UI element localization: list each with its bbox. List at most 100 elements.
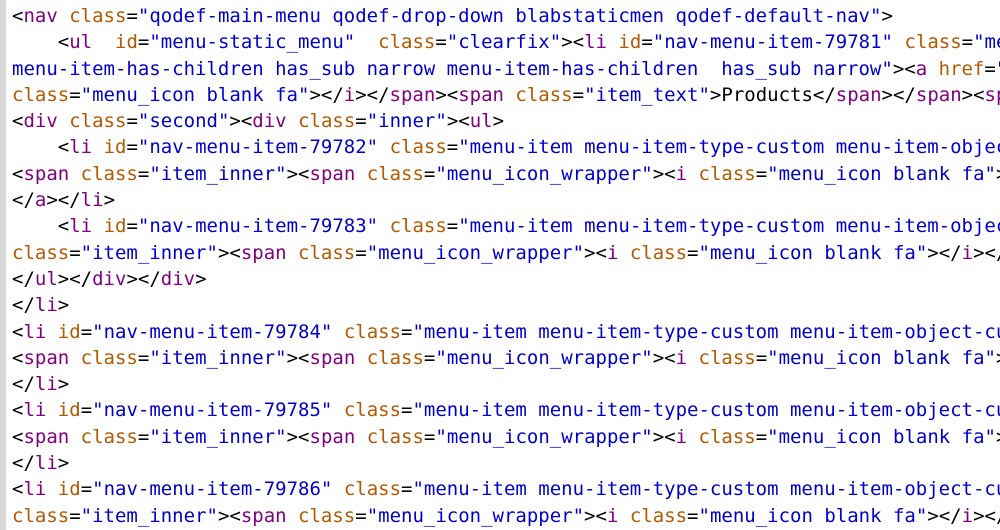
code-line[interactable]: </li>: [12, 292, 1000, 318]
code-token: ><: [229, 110, 252, 132]
code-token: =: [355, 242, 366, 264]
code-token: li: [69, 136, 92, 158]
code-token: >: [493, 110, 504, 132]
code-token: "menu-item menu-item-type-custom menu-it…: [412, 399, 1000, 421]
code-token: =: [984, 58, 995, 80]
code-line[interactable]: <li id="nav-menu-item-79786" class="menu…: [12, 476, 1000, 502]
code-token: href: [939, 58, 985, 80]
code-line[interactable]: <nav class="qodef-main-menu qodef-drop-d…: [12, 3, 1000, 29]
code-line[interactable]: class="menu_icon blank fa"></i></span><s…: [12, 82, 1000, 108]
code-line[interactable]: <li id="nav-menu-item-79785" class="menu…: [12, 397, 1000, 423]
code-token: =: [69, 84, 80, 106]
code-token: span: [23, 426, 69, 448]
code-token: class: [390, 215, 447, 237]
code-line[interactable]: <div class="second"><div class="inner"><…: [12, 108, 1000, 134]
code-token: [355, 31, 378, 53]
code-token: class: [699, 426, 756, 448]
code-token: "nav-menu-item-79784": [92, 321, 332, 343]
code-token: [687, 426, 698, 448]
code-token: [58, 5, 69, 27]
code-token: [378, 136, 389, 158]
code-token: =: [69, 242, 80, 264]
code-token: </: [813, 84, 836, 106]
code-token: class: [12, 242, 69, 264]
code-line[interactable]: class="item_inner"><span class="menu_ico…: [12, 240, 1000, 266]
code-token: span: [310, 347, 356, 369]
code-token: span: [241, 505, 287, 527]
code-token: class: [630, 242, 687, 264]
code-line[interactable]: <li id="nav-menu-item-79782" class="menu…: [12, 134, 1000, 160]
code-token: "menu_icon blank fa": [699, 505, 928, 527]
code-token: a: [916, 58, 927, 80]
code-line[interactable]: class="item_inner"><span class="menu_ico…: [12, 503, 1000, 529]
code-token: </: [12, 294, 35, 316]
code-token: "menu_icon_wrapper": [367, 505, 584, 527]
code-token: ><: [447, 110, 470, 132]
code-token: class: [367, 163, 424, 185]
code-token: =: [69, 505, 80, 527]
code-token: class: [298, 242, 355, 264]
code-line[interactable]: </li>: [12, 450, 1000, 476]
code-token: ><: [584, 242, 607, 264]
code-token: nav: [23, 5, 57, 27]
code-token: ></: [126, 268, 160, 290]
code-token: [332, 478, 343, 500]
code-line[interactable]: </a></li>: [12, 187, 1000, 213]
code-token: class: [390, 136, 447, 158]
code-line[interactable]: <span class="item_inner"><span class="me…: [12, 161, 1000, 187]
code-token: ><: [584, 505, 607, 527]
code-line[interactable]: <li id="nav-menu-item-79783" class="menu…: [12, 213, 1000, 239]
code-token: <: [12, 347, 23, 369]
code-token: </: [12, 373, 35, 395]
code-token: <: [12, 399, 23, 421]
code-token: class: [344, 478, 401, 500]
code-token: "menu_icon blank fa": [767, 426, 996, 448]
code-token: >: [881, 5, 892, 27]
code-line[interactable]: </ul></div></div>: [12, 266, 1000, 292]
code-token: i: [962, 242, 973, 264]
code-token: ></: [355, 84, 389, 106]
code-token: <: [12, 163, 23, 185]
code-token: class: [515, 84, 572, 106]
code-token: =: [81, 399, 92, 421]
code-token: <: [58, 215, 69, 237]
code-token: "menu_icon_wrapper": [435, 426, 652, 448]
code-token: >: [996, 163, 1000, 185]
code-token: li: [584, 31, 607, 53]
code-token: "nav-menu-item-79782": [138, 136, 378, 158]
code-token: id: [115, 31, 138, 53]
code-line[interactable]: </li>: [12, 371, 1000, 397]
code-token: id: [58, 399, 81, 421]
code-token: [893, 31, 904, 53]
code-token: [607, 31, 618, 53]
code-token: ul: [470, 110, 493, 132]
code-token: li: [35, 452, 58, 474]
code-line[interactable]: <span class="item_inner"><span class="me…: [12, 424, 1000, 450]
code-token: >: [58, 452, 69, 474]
code-line[interactable]: menu-item-has-children has_sub narrow me…: [12, 56, 1000, 82]
code-token: class: [12, 505, 69, 527]
code-token: =: [756, 426, 767, 448]
code-token: li: [35, 373, 58, 395]
code-token: </: [12, 452, 35, 474]
code-token: id: [104, 215, 127, 237]
source-code[interactable]: <nav class="qodef-main-menu qodef-drop-d…: [12, 3, 1000, 530]
code-token: i: [676, 347, 687, 369]
code-line[interactable]: <span class="item_inner"><span class="me…: [12, 345, 1000, 371]
code-token: <: [12, 110, 23, 132]
code-token: li: [23, 478, 46, 500]
code-token: ></: [309, 84, 343, 106]
code-token: =: [687, 242, 698, 264]
code-token: span: [916, 84, 962, 106]
code-token: "menu_icon_wrapper": [367, 242, 584, 264]
code-token: span: [390, 84, 436, 106]
code-token: "menu-item menu-item-type-custom menu-it…: [412, 478, 1000, 500]
code-line[interactable]: <li id="nav-menu-item-79784" class="menu…: [12, 319, 1000, 345]
code-token: [504, 84, 515, 106]
code-token: span: [23, 347, 69, 369]
code-token: [687, 163, 698, 185]
code-token: span: [23, 163, 69, 185]
code-token: =: [962, 31, 973, 53]
code-token: menu-item-has-children has_sub narrow me…: [12, 58, 893, 80]
code-line[interactable]: <ul id="menu-static_menu" class="clearfi…: [12, 29, 1000, 55]
